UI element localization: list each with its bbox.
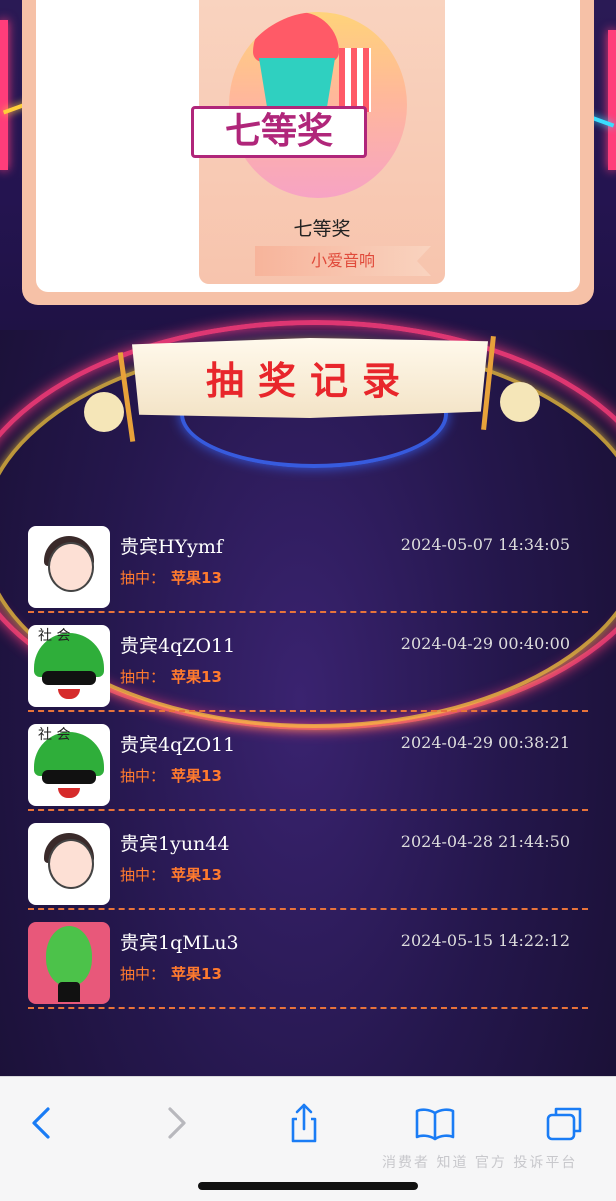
avatar-glasses: [42, 671, 96, 685]
win-item: 苹果13: [171, 569, 222, 587]
bookmarks-icon[interactable]: [411, 1099, 459, 1147]
watermark-text: 消费者 知道 官方 投诉平台: [382, 1155, 578, 1171]
record-time: 2024-04-29 00:38:21: [400, 733, 570, 752]
list-item[interactable]: 贵宾1yun44 2024-04-28 21:44:50 抽中： 苹果13: [28, 812, 588, 910]
girl-glasses-avatar: [28, 526, 110, 608]
cartoon-figure-icon: [84, 392, 124, 432]
record-prize: 抽中： 苹果13: [120, 864, 222, 885]
watermelon-avatar: 社 会: [28, 724, 110, 806]
record-prize: 抽中： 苹果13: [120, 666, 222, 687]
record-time: 2024-04-29 00:40:00: [400, 634, 570, 653]
win-item: 苹果13: [171, 866, 222, 884]
neon-light-decoration: [0, 20, 8, 170]
list-item[interactable]: 贵宾HYymf 2024-05-07 14:34:05 抽中： 苹果13: [28, 515, 588, 613]
home-indicator[interactable]: [198, 1182, 418, 1190]
win-label: 抽中：: [120, 569, 166, 587]
record-time: 2024-05-07 14:34:05: [400, 535, 570, 554]
record-username: 贵宾1qMLu3: [120, 932, 239, 954]
avatar-pear-hat: [46, 926, 92, 986]
cupcake-prize-image: [229, 12, 407, 198]
prize-name: 七等奖: [293, 218, 351, 240]
avatar-body: [58, 982, 80, 1002]
girl-glasses-avatar: [28, 823, 110, 905]
prize-panel-inner: 七等奖 七等奖 小爱音响: [36, 0, 580, 292]
pear-avatar: [28, 922, 110, 1004]
back-icon[interactable]: [18, 1099, 66, 1147]
win-item: 苹果13: [171, 767, 222, 785]
avatar-mouth: [58, 788, 80, 798]
win-item: 苹果13: [171, 965, 222, 983]
record-username: 贵宾4qZO11: [120, 635, 236, 657]
neon-light-decoration: [608, 30, 616, 170]
draw-records-list: 贵宾HYymf 2024-05-07 14:34:05 抽中： 苹果13 社 会 …: [28, 515, 588, 1010]
win-label: 抽中：: [120, 866, 166, 884]
section-title: 抽奖记录: [205, 359, 414, 403]
forward-icon[interactable]: [152, 1099, 200, 1147]
win-label: 抽中：: [120, 668, 166, 686]
prize-card[interactable]: 七等奖 七等奖 小爱音响: [191, 0, 445, 284]
cupcake-icon: [253, 12, 339, 62]
watermelon-avatar: 社 会: [28, 625, 110, 707]
list-item[interactable]: 社 会 贵宾4qZO11 2024-04-29 00:38:21 抽中： 苹果13: [28, 713, 588, 811]
cartoon-figure-icon: [500, 382, 540, 422]
record-username: 贵宾HYymf: [120, 536, 223, 558]
prize-panel: 七等奖 七等奖 小爱音响: [22, 0, 594, 305]
prize-tag: 小爱音响: [255, 246, 431, 276]
record-prize: 抽中： 苹果13: [120, 765, 222, 786]
avatar-glasses: [42, 770, 96, 784]
win-item: 苹果13: [171, 668, 222, 686]
record-username: 贵宾4qZO11: [120, 734, 236, 756]
prize-level-banner: 七等奖: [191, 106, 367, 158]
record-time: 2024-04-28 21:44:50: [400, 832, 570, 851]
record-prize: 抽中： 苹果13: [120, 567, 222, 588]
record-prize: 抽中： 苹果13: [120, 963, 222, 984]
avatar-face: [48, 839, 94, 889]
record-username: 贵宾1yun44: [120, 833, 230, 855]
list-item[interactable]: 社 会 贵宾4qZO11 2024-04-29 00:40:00 抽中： 苹果13: [28, 614, 588, 712]
record-time: 2024-05-15 14:22:12: [400, 931, 570, 950]
win-label: 抽中：: [120, 767, 166, 785]
share-icon[interactable]: [280, 1099, 328, 1147]
avatar-text: 社 会: [38, 628, 71, 644]
popcorn-icon: [339, 48, 371, 112]
list-item[interactable]: 贵宾1qMLu3 2024-05-15 14:22:12 抽中： 苹果13: [28, 911, 588, 1009]
avatar-text: 社 会: [38, 727, 71, 743]
win-label: 抽中：: [120, 965, 166, 983]
avatar-face: [48, 542, 94, 592]
avatar-mouth: [58, 689, 80, 699]
tabs-icon[interactable]: [540, 1099, 588, 1147]
